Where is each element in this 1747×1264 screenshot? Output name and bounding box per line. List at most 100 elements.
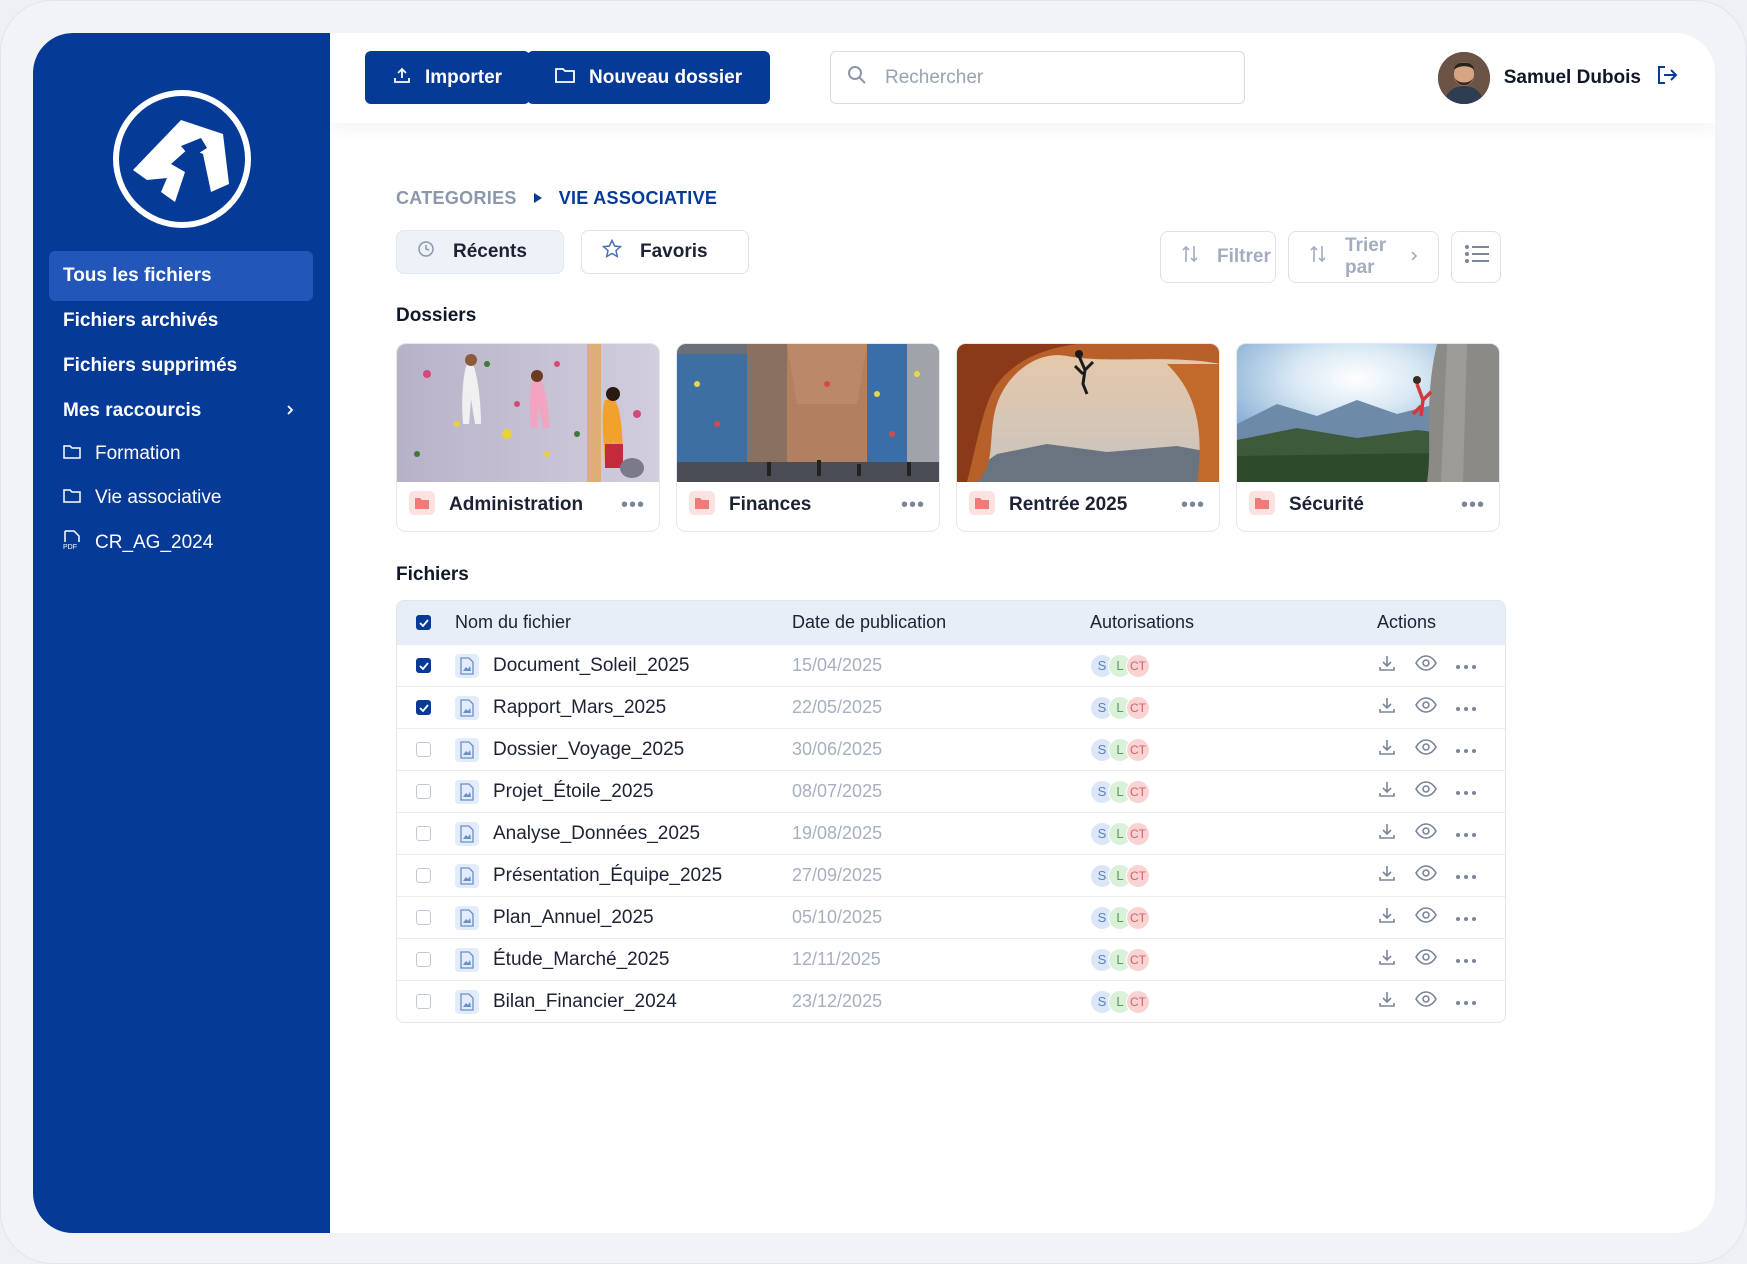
search-box[interactable] <box>830 51 1245 104</box>
table-row[interactable]: Bilan_Financier_2024 23/12/2025 S L CT <box>397 980 1505 1022</box>
file-name: Dossier_Voyage_2025 <box>493 738 685 760</box>
search-input[interactable] <box>885 66 1205 89</box>
download-icon[interactable] <box>1377 737 1397 762</box>
file-name: Étude_Marché_2025 <box>493 948 670 970</box>
sidebar-item-deleted[interactable]: Fichiers supprimés <box>49 341 313 391</box>
table-row[interactable]: Dossier_Voyage_2025 30/06/2025 S L CT <box>397 728 1505 770</box>
table-row[interactable]: Plan_Annuel_2025 05/10/2025 S L CT <box>397 896 1505 938</box>
authorization-chips: S L CT <box>1090 821 1150 846</box>
download-icon[interactable] <box>1377 947 1397 972</box>
shortcut-formation[interactable]: Formation <box>63 439 181 469</box>
row-checkbox[interactable] <box>416 658 431 673</box>
more-options-icon[interactable] <box>1455 993 1477 1011</box>
more-options-icon[interactable]: ••• <box>621 495 645 515</box>
import-button[interactable]: Importer <box>365 51 531 104</box>
table-row[interactable]: Étude_Marché_2025 12/11/2025 S L CT <box>397 938 1505 980</box>
more-options-icon[interactable] <box>1455 951 1477 969</box>
user-menu[interactable]: Samuel Dubois <box>1437 51 1679 104</box>
table-row[interactable]: Rapport_Mars_2025 22/05/2025 S L CT <box>397 686 1505 728</box>
download-icon[interactable] <box>1377 905 1397 930</box>
eye-icon[interactable] <box>1415 739 1437 760</box>
row-checkbox[interactable] <box>416 742 431 757</box>
eye-icon[interactable] <box>1415 991 1437 1012</box>
eye-icon[interactable] <box>1415 907 1437 928</box>
header-date[interactable]: Date de publication <box>792 612 946 633</box>
table-row[interactable]: Présentation_Équipe_2025 27/09/2025 S L … <box>397 854 1505 896</box>
download-icon[interactable] <box>1377 821 1397 846</box>
header-name[interactable]: Nom du fichier <box>455 612 571 633</box>
row-checkbox[interactable] <box>416 784 431 799</box>
filter-button[interactable]: Filtrer <box>1160 231 1276 283</box>
file-name: Analyse_Données_2025 <box>493 822 701 844</box>
more-options-icon[interactable] <box>1455 741 1477 759</box>
favorites-button[interactable]: Favoris <box>581 230 749 274</box>
folder-card[interactable]: Rentrée 2025 ••• <box>956 343 1220 532</box>
more-options-icon[interactable] <box>1455 657 1477 675</box>
file-name-cell[interactable]: Étude_Marché_2025 <box>455 947 670 972</box>
eye-icon[interactable] <box>1415 949 1437 970</box>
logout-icon[interactable] <box>1655 63 1679 92</box>
more-options-icon[interactable] <box>1455 699 1477 717</box>
file-name-cell[interactable]: Document_Soleil_2025 <box>455 653 689 678</box>
sort-arrows-icon <box>1181 244 1199 270</box>
breadcrumb-current: VIE ASSOCIATIVE <box>558 188 718 208</box>
table-row[interactable]: Projet_Étoile_2025 08/07/2025 S L CT <box>397 770 1505 812</box>
row-checkbox[interactable] <box>416 868 431 883</box>
file-name-cell[interactable]: Plan_Annuel_2025 <box>455 905 654 930</box>
auth-chip-ct: CT <box>1126 947 1150 972</box>
more-options-icon[interactable]: ••• <box>901 495 925 515</box>
sidebar-item-all-files[interactable]: Tous les fichiers <box>49 251 313 301</box>
more-options-icon[interactable] <box>1455 783 1477 801</box>
row-actions <box>1377 653 1477 678</box>
folders-section-title: Dossiers <box>396 305 477 326</box>
avatar[interactable] <box>1437 51 1490 104</box>
eye-icon[interactable] <box>1415 697 1437 718</box>
user-name: Samuel Dubois <box>1503 66 1641 88</box>
image-file-icon <box>455 653 479 678</box>
more-options-icon[interactable]: ••• <box>1181 495 1205 515</box>
publish-date: 23/12/2025 <box>792 991 883 1011</box>
folder-card[interactable]: Sécurité ••• <box>1236 343 1500 532</box>
eye-icon[interactable] <box>1415 823 1437 844</box>
chevron-right-icon <box>285 401 295 423</box>
more-options-icon[interactable] <box>1455 825 1477 843</box>
shortcut-cr-ag-2024[interactable]: PDF CR_AG_2024 <box>63 528 213 558</box>
file-name-cell[interactable]: Dossier_Voyage_2025 <box>455 737 685 762</box>
file-name-cell[interactable]: Bilan_Financier_2024 <box>455 989 677 1014</box>
select-all-checkbox[interactable] <box>416 615 431 630</box>
file-name-cell[interactable]: Présentation_Équipe_2025 <box>455 863 722 888</box>
download-icon[interactable] <box>1377 779 1397 804</box>
file-name-cell[interactable]: Analyse_Données_2025 <box>455 821 701 846</box>
sidebar-item-shortcuts[interactable]: Mes raccourcis <box>49 386 313 436</box>
recents-button[interactable]: Récents <box>396 230 564 274</box>
more-options-icon[interactable]: ••• <box>1461 495 1485 515</box>
table-row[interactable]: Document_Soleil_2025 15/04/2025 S L CT <box>397 644 1505 686</box>
file-name-cell[interactable]: Projet_Étoile_2025 <box>455 779 654 804</box>
folder-card[interactable]: Finances ••• <box>676 343 940 532</box>
row-checkbox[interactable] <box>416 700 431 715</box>
download-icon[interactable] <box>1377 863 1397 888</box>
shortcut-vie-associative[interactable]: Vie associative <box>63 483 221 513</box>
row-checkbox[interactable] <box>416 910 431 925</box>
row-checkbox[interactable] <box>416 952 431 967</box>
row-checkbox[interactable] <box>416 826 431 841</box>
download-icon[interactable] <box>1377 989 1397 1014</box>
sidebar-item-archived[interactable]: Fichiers archivés <box>49 296 313 346</box>
new-folder-label: Nouveau dossier <box>589 66 743 88</box>
list-view-button[interactable] <box>1451 231 1501 283</box>
folder-icon <box>63 487 81 509</box>
download-icon[interactable] <box>1377 695 1397 720</box>
eye-icon[interactable] <box>1415 655 1437 676</box>
row-checkbox[interactable] <box>416 994 431 1009</box>
table-row[interactable]: Analyse_Données_2025 19/08/2025 S L CT <box>397 812 1505 854</box>
breadcrumb-root[interactable]: CATEGORIES <box>396 188 517 209</box>
file-name-cell[interactable]: Rapport_Mars_2025 <box>455 695 666 720</box>
download-icon[interactable] <box>1377 653 1397 678</box>
sort-button[interactable]: Trier par <box>1288 231 1439 283</box>
more-options-icon[interactable] <box>1455 867 1477 885</box>
folder-card[interactable]: Administration ••• <box>396 343 660 532</box>
eye-icon[interactable] <box>1415 781 1437 802</box>
more-options-icon[interactable] <box>1455 909 1477 927</box>
new-folder-button[interactable]: Nouveau dossier <box>527 51 771 104</box>
eye-icon[interactable] <box>1415 865 1437 886</box>
